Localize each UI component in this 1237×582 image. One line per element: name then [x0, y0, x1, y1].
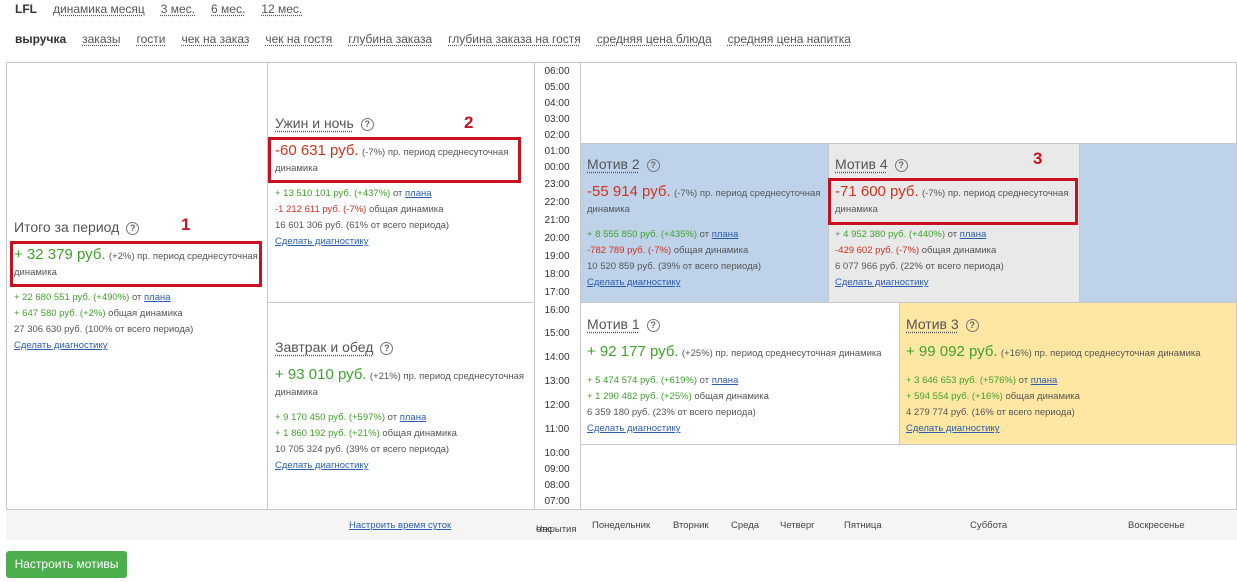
day-thursday: Четверг	[780, 520, 815, 531]
time-label: 00:00	[544, 162, 570, 173]
time-label: 12:00	[544, 400, 570, 411]
motiv1-title[interactable]: Мотив 1?	[587, 316, 897, 332]
period-nav: LFL динамика месяц 3 мес. 6 мес. 12 мес.	[15, 2, 318, 16]
highlight-box-2	[268, 137, 521, 183]
nav-12m[interactable]: 12 мес.	[261, 2, 302, 16]
motiv1-block: Мотив 1? + 92 177 руб. (+25%) пр. период…	[587, 316, 897, 437]
motiv3-title[interactable]: Мотив 3?	[906, 316, 1231, 332]
configure-time-link[interactable]: Настроить время суток	[349, 520, 451, 531]
marker-2: 2	[464, 113, 474, 132]
time-label: 01:00	[544, 146, 570, 157]
time-label: 02:00	[544, 130, 570, 141]
nav-lfl[interactable]: LFL	[15, 2, 37, 16]
help-icon[interactable]: ?	[126, 222, 140, 235]
nav-6m[interactable]: 6 мес.	[211, 2, 245, 16]
time-label: 13:00	[544, 376, 570, 387]
diagnostics-link[interactable]: Сделать диагностику	[275, 460, 368, 471]
plan-link[interactable]: плана	[144, 292, 171, 303]
time-label: 15:00	[544, 328, 570, 339]
time-label: 22:00	[544, 197, 570, 208]
time-label: 19:00	[544, 251, 570, 262]
footer-row: Настроить время суток Час открытия Понеде…	[6, 510, 1237, 540]
metric-check-order[interactable]: чек на заказ	[181, 32, 249, 46]
plan-link[interactable]: плана	[405, 188, 432, 199]
breakfast-value: + 93 010 руб.	[275, 366, 367, 383]
plan-link[interactable]: плана	[1031, 375, 1058, 386]
diagnostics-link[interactable]: Сделать диагностику	[906, 423, 999, 434]
time-axis: 06:00 05:00 04:00 03:00 02:00 01:00 00:0…	[534, 63, 580, 509]
time-label: 17:00	[544, 287, 570, 298]
time-label: 07:00	[544, 496, 570, 507]
motiv2-title[interactable]: Мотив 2?	[587, 156, 827, 172]
day-monday: Понедельник	[592, 520, 651, 531]
day-wednesday: Среда	[731, 520, 760, 531]
metric-revenue[interactable]: выручка	[15, 32, 66, 46]
time-label: 10:00	[544, 448, 570, 459]
motiv2-block: Мотив 2? -55 914 руб. (-7%) пр. период с…	[587, 156, 827, 291]
configure-motives-button[interactable]: Настроить мотивы	[6, 551, 127, 578]
time-label: 21:00	[544, 215, 570, 226]
plan-link[interactable]: плана	[960, 229, 987, 240]
blue-filler-cell	[1079, 143, 1236, 303]
day-friday: Пятница	[844, 520, 882, 531]
time-label: 20:00	[544, 233, 570, 244]
help-icon[interactable]: ?	[646, 159, 660, 172]
time-label: 03:00	[544, 114, 570, 125]
time-label: 06:00	[544, 66, 570, 77]
time-label: 11:00	[544, 424, 570, 435]
metric-guests[interactable]: гости	[136, 32, 165, 46]
metric-drink-price[interactable]: средняя цена напитка	[728, 32, 851, 46]
metric-orders[interactable]: заказы	[82, 32, 120, 46]
diagnostics-link[interactable]: Сделать диагностику	[587, 423, 680, 434]
help-icon[interactable]: ?	[360, 118, 374, 131]
motiv3-value: + 99 092 руб.	[906, 343, 998, 360]
metric-dish-price[interactable]: средняя цена блюда	[597, 32, 712, 46]
marker-1: 1	[181, 215, 191, 234]
diagnostics-link[interactable]: Сделать диагностику	[14, 340, 107, 351]
time-label: 23:00	[544, 179, 570, 190]
time-label: 09:00	[544, 464, 570, 475]
metric-check-guest[interactable]: чек на гостя	[265, 32, 332, 46]
total-title: Итого за период?	[14, 219, 264, 235]
nav-3m[interactable]: 3 мес.	[161, 2, 195, 16]
nav-month[interactable]: динамика месяц	[53, 2, 145, 16]
breakfast-title[interactable]: Завтрак и обед?	[275, 339, 530, 355]
motiv1-value: + 92 177 руб.	[587, 343, 679, 360]
help-icon[interactable]: ?	[646, 319, 660, 332]
help-icon[interactable]: ?	[965, 319, 979, 332]
metric-depth-guest[interactable]: глубина заказа на гостя	[448, 32, 581, 46]
plan-link[interactable]: плана	[400, 412, 427, 423]
diagnostics-link[interactable]: Сделать диагностику	[275, 236, 368, 247]
metric-nav: выручка заказы гости чек на заказ чек на…	[15, 32, 867, 46]
plan-link[interactable]: плана	[712, 375, 739, 386]
motiv2-value: -55 914 руб.	[587, 183, 671, 200]
breakfast-block: Завтрак и обед? + 93 010 руб. (+21%) пр.…	[275, 339, 530, 474]
marker-3: 3	[1033, 149, 1043, 168]
time-label: 18:00	[544, 269, 570, 280]
time-label: 08:00	[544, 480, 570, 491]
highlight-box-1	[10, 241, 262, 287]
dinner-title[interactable]: Ужин и ночь?	[275, 115, 530, 131]
day-sunday: Воскресенье	[1128, 520, 1185, 531]
day-saturday: Суббота	[970, 520, 1008, 531]
time-label: 16:00	[544, 305, 570, 316]
diagnostics-link[interactable]: Сделать диагностику	[587, 277, 680, 288]
time-label: 04:00	[544, 98, 570, 109]
time-label: 05:00	[544, 82, 570, 93]
motiv3-block: Мотив 3? + 99 092 руб. (+16%) пр. период…	[906, 316, 1231, 437]
help-icon[interactable]: ?	[894, 159, 908, 172]
help-icon[interactable]: ?	[380, 342, 394, 355]
plan-link[interactable]: плана	[712, 229, 739, 240]
time-label: 14:00	[544, 352, 570, 363]
metric-depth[interactable]: глубина заказа	[348, 32, 432, 46]
highlight-box-3	[828, 178, 1078, 225]
diagnostics-link[interactable]: Сделать диагностику	[835, 277, 928, 288]
day-tuesday: Вторник	[673, 520, 709, 531]
